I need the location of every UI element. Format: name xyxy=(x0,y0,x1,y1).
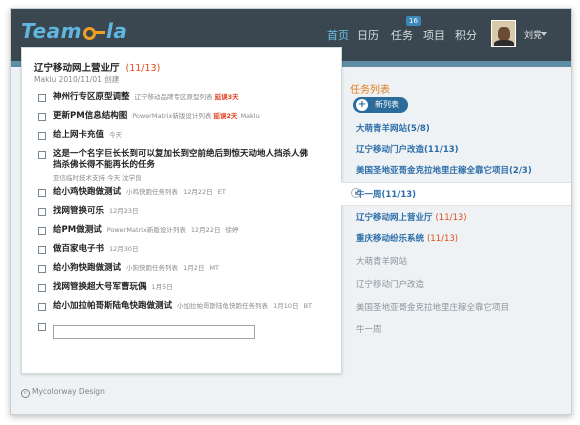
task-owner: 沈学良 xyxy=(122,174,142,182)
task-date: 今天 xyxy=(109,131,123,139)
project-meta: Maklu 2010/11/01 创建 xyxy=(34,75,120,84)
task-date: 1月2日 xyxy=(183,264,205,272)
new-list-button[interactable]: + 新列表 xyxy=(353,97,408,113)
task-date: 1月10日 xyxy=(273,302,299,310)
task-list[interactable]: 亚信临时技术支持 xyxy=(53,174,105,182)
sidebar-item[interactable]: 大萌青羊网站 xyxy=(356,255,407,267)
avatar[interactable] xyxy=(491,20,516,47)
task-checkbox[interactable] xyxy=(38,132,46,140)
task-title[interactable]: 神州行专区原型调整 xyxy=(53,92,130,102)
project-title-text: 辽宁移动网上营业厅 xyxy=(34,63,120,74)
task-date: 12月22日 xyxy=(190,226,221,234)
nav-points[interactable]: 积分 xyxy=(455,27,477,43)
task-checkbox[interactable] xyxy=(38,208,46,216)
task-checkbox[interactable] xyxy=(38,94,46,102)
task-checkbox[interactable] xyxy=(38,303,46,311)
task-list[interactable]: 小鸡快跑任务列表 xyxy=(126,188,178,196)
task-checkbox[interactable] xyxy=(38,189,46,197)
footer-text: Mycolorway Design xyxy=(32,387,105,396)
task-owner: 徐婷 xyxy=(225,226,239,234)
nav-tasks[interactable]: 任务 xyxy=(391,27,413,43)
task-owner: BT xyxy=(303,302,313,310)
task-checkbox[interactable] xyxy=(38,323,46,331)
task-title[interactable]: 更新PM信息结构图 xyxy=(53,111,127,121)
task-owner: ET xyxy=(217,188,226,196)
tasks-count-badge: 16 xyxy=(406,16,421,26)
sidebar-item[interactable]: 美国圣地亚哥金克拉地里庄稼全靠它项目(2/3) xyxy=(356,164,532,176)
task-title[interactable]: 做百家电子书 xyxy=(53,244,104,254)
task-checkbox[interactable] xyxy=(38,265,46,273)
task-checkbox[interactable] xyxy=(38,284,46,292)
sidebar-item[interactable]: 重庆移动纷乐系统 (11/13) xyxy=(356,232,458,244)
logo-prefix: Team xyxy=(21,19,82,43)
task-date: 12月30日 xyxy=(109,245,139,253)
sidebar-item-active[interactable]: 牛一周(11/13) xyxy=(341,182,571,206)
nav-home[interactable]: 首页 xyxy=(327,27,349,43)
sidebar-item[interactable]: 美国圣地亚哥金克拉地里庄稼全靠它项目 xyxy=(356,301,509,313)
task-owner: MT xyxy=(209,264,220,272)
sidebar-item[interactable]: 辽宁移动网上营业厅 (11/13) xyxy=(356,211,467,223)
project-count: (11/13) xyxy=(125,63,161,74)
sidebar-title: 任务列表 xyxy=(350,85,390,96)
project-title: 辽宁移动网上营业厅 (11/13) xyxy=(34,60,160,74)
task-title[interactable]: 给小加拉帕哥斯陆龟快跑做测试 xyxy=(53,301,172,311)
task-title[interactable]: 找网管换可乐 xyxy=(53,206,104,216)
plus-icon: + xyxy=(356,99,368,111)
task-list[interactable]: PowerMatrix新版设计列表 xyxy=(132,112,211,120)
logo[interactable]: Team la xyxy=(21,19,127,43)
nav-projects[interactable]: 项目 xyxy=(423,27,445,43)
task-date: 12月22日 xyxy=(183,188,213,196)
copyright-icon: c xyxy=(21,389,30,398)
task-title[interactable]: 给小鸡快跑做测试 xyxy=(53,187,121,197)
task-checkbox[interactable] xyxy=(38,113,46,121)
new-task-input[interactable] xyxy=(53,325,255,339)
sidebar-item[interactable]: 辽宁移动门户改造(11/13) xyxy=(356,143,459,155)
footer: c Mycolorway Design xyxy=(21,387,105,398)
task-title[interactable]: 给小狗快跑做测试 xyxy=(53,263,121,273)
task-title[interactable]: 给上网卡充值 xyxy=(53,130,104,140)
task-title[interactable]: 这是一个名字巨长长到可以复加长到空前绝后到惊天动地人挡杀人佛挡杀佛长得不能再长的… xyxy=(53,149,308,170)
sidebar-item[interactable]: 辽宁移动门户改造 xyxy=(356,278,424,290)
task-date: 1月5日 xyxy=(151,283,173,291)
task-checkbox[interactable] xyxy=(38,227,46,235)
task-owner: Maklu xyxy=(240,112,260,120)
nav-calendar[interactable]: 日历 xyxy=(357,27,379,43)
task-date: 12月23日 xyxy=(109,207,139,215)
user-name[interactable]: 刘竞 xyxy=(524,28,542,41)
task-title[interactable]: 给PM做测试 xyxy=(53,225,102,235)
logo-tail-icon xyxy=(94,31,105,34)
task-list[interactable]: PowerMatrix新版设计列表 xyxy=(107,226,186,234)
task-checkbox[interactable] xyxy=(38,246,46,254)
task-title[interactable]: 找网管换超大号军曹玩偶 xyxy=(53,282,147,292)
sidebar-item[interactable]: 大萌青羊网站(5/8) xyxy=(356,122,430,134)
task-late: 延误2天 xyxy=(213,112,238,120)
task-list[interactable]: 小加拉帕哥斯陆龟快跑任务列表 xyxy=(177,302,268,310)
project-panel: 辽宁移动网上营业厅 (11/13) Maklu 2010/11/01 创建 神州行… xyxy=(21,47,342,374)
chevron-down-icon[interactable] xyxy=(541,32,547,36)
task-list[interactable]: 辽宁移动品牌专区原型列表 xyxy=(135,93,213,101)
new-list-label: 新列表 xyxy=(375,100,399,109)
task-date: 今天 xyxy=(107,174,121,182)
app-window: Team la 首页 日历 任务 项目 积分 16 刘竞 辽宁移动网上营业厅 (11… xyxy=(10,8,572,415)
sidebar-item[interactable]: 牛一周 xyxy=(356,323,382,335)
task-list[interactable]: 小狗快跑任务列表 xyxy=(126,264,178,272)
logo-suffix: la xyxy=(105,19,128,43)
task-checkbox[interactable] xyxy=(38,151,46,159)
task-late: 延误3天 xyxy=(214,93,239,101)
